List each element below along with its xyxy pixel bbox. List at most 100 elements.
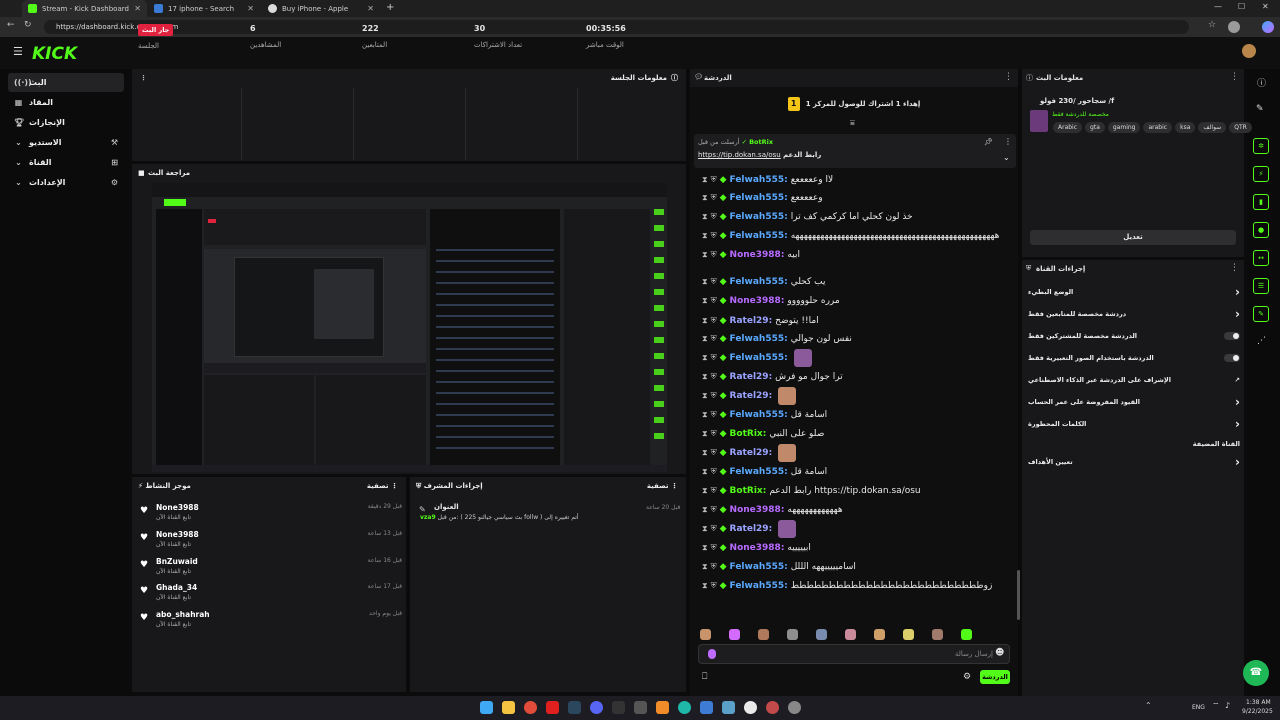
mod-shield-icon[interactable]: ⛨ [711,562,717,572]
minimize-icon[interactable]: — [1214,2,1222,11]
chat-send-button[interactable]: الدردشة [980,670,1010,684]
chat-username[interactable]: Felwah555: [730,231,788,241]
chevron-right-icon[interactable]: › [1235,417,1240,431]
chat-username[interactable]: BotRix: [730,429,767,439]
rail-button-wrench[interactable]: ✎ [1253,306,1269,322]
gift-icon[interactable]: ⎕ [702,672,707,682]
clock-time[interactable]: 1:38 AM [1246,699,1271,706]
pinned-link[interactable]: https://tip.dokan.sa/osu [698,151,781,159]
timeout-icon[interactable]: ⧗ [702,250,708,260]
clock-date[interactable]: 9/22/2025 [1242,708,1273,715]
pinned-message[interactable]: أرسلت من قبل ✓ BotRix https://tip.dokan.… [694,134,1016,168]
mod-shield-icon[interactable]: ⛨ [711,372,717,382]
activity-user[interactable]: None3988 [156,530,199,539]
timeout-icon[interactable]: ⧗ [702,410,708,420]
mod-shield-icon[interactable]: ⛨ [711,391,717,401]
timeout-icon[interactable]: ⧗ [702,505,708,515]
pin-icon[interactable]: ⩸ [850,118,855,128]
mod-shield-icon[interactable]: ⛨ [711,410,717,420]
timeout-icon[interactable]: ⧗ [702,524,708,534]
new-tab-icon[interactable]: + [386,2,394,13]
vlc-icon[interactable] [656,701,669,714]
chevron-down-icon[interactable]: ⌄ [1003,153,1010,162]
mod-shield-icon[interactable]: ⛨ [711,193,717,203]
rail-button-tools[interactable]: ✲ [1253,138,1269,154]
rail-button-clip[interactable]: ▮ [1253,194,1269,210]
more-icon[interactable]: ⋮ [1004,137,1012,146]
timeout-icon[interactable]: ⧗ [702,316,708,326]
chat-input[interactable]: إرسال رسالة ☻ [698,644,1010,664]
share-icon[interactable]: ⋰ [1257,336,1266,346]
chat-username[interactable]: Ratel29: [730,391,773,401]
reload-icon[interactable]: ↻ [24,20,32,30]
sidebar-item-studio[interactable]: ⌄ الاستديو ⚒ [8,133,124,152]
more-icon[interactable]: ⋮ [1230,72,1239,82]
mod-shield-icon[interactable]: ⛨ [711,448,717,458]
info-icon[interactable]: ⓘ [1257,76,1266,89]
app-icon[interactable] [722,701,735,714]
chat-username[interactable]: Ratel29: [730,372,773,382]
channel-action-row[interactable]: الوضع البطيء › [1028,284,1240,300]
rail-button-flash[interactable]: ⚡︎ [1253,166,1269,182]
mod-shield-icon[interactable]: ⛨ [711,581,717,591]
timeout-icon[interactable]: ⧗ [702,212,708,222]
emote-icon[interactable] [700,628,711,640]
timeout-icon[interactable]: ⧗ [702,277,708,287]
menu-icon[interactable]: ☰ [13,45,23,58]
emoji-icon[interactable] [708,649,716,659]
close-icon[interactable]: ✕ [247,4,254,13]
mod-shield-icon[interactable]: ⛨ [711,524,717,534]
chat-username[interactable]: Ratel29: [730,448,773,458]
close-icon[interactable]: ✕ [134,4,141,13]
channel-action-row[interactable]: تعيين الأهداف › [1028,454,1240,470]
chat-username[interactable]: Felwah555: [730,175,788,185]
chat-username[interactable]: Felwah555: [730,467,788,477]
chat-username[interactable]: Felwah555: [730,212,788,222]
maximize-icon[interactable]: ☐ [1238,2,1245,11]
tab-iphone-search[interactable]: 17 iphone - Search ✕ [148,0,260,17]
pinned-user[interactable]: BotRix [749,138,773,146]
timeout-icon[interactable]: ⧗ [702,581,708,591]
tag[interactable]: ksa [1175,122,1196,133]
emote-icon[interactable] [961,628,972,640]
emote-icon[interactable] [816,628,827,640]
chat-username[interactable]: Felwah555: [730,193,788,203]
windows-start-icon[interactable] [480,701,493,714]
chat-username[interactable]: None3988: [730,250,785,260]
timeout-icon[interactable]: ⧗ [702,562,708,572]
timeout-icon[interactable]: ⧗ [702,175,708,185]
mod-shield-icon[interactable]: ⛨ [711,277,717,287]
chevron-right-icon[interactable]: › [1235,455,1240,469]
copilot-icon[interactable] [1262,21,1274,33]
chevron-right-icon[interactable]: › [1235,285,1240,299]
chat-username[interactable]: Ratel29: [730,316,773,326]
stream-preview-video[interactable] [152,183,667,472]
filter-button[interactable]: تصفية ⋮ [647,482,678,490]
file-explorer-icon[interactable] [502,701,515,714]
more-icon[interactable]: ⋮ [1230,263,1239,273]
chat-username[interactable]: Felwah555: [730,562,788,572]
tag[interactable]: سوالف [1198,122,1227,133]
timeout-icon[interactable]: ⧗ [702,391,708,401]
kick-logo[interactable]: KICK [32,44,77,64]
mod-item-user[interactable]: vza9 [420,514,436,521]
timeout-icon[interactable]: ⧗ [702,486,708,496]
profile-icon[interactable] [1228,21,1240,33]
sidebar-item-content[interactable]: ▦ المقاد [8,93,124,112]
edge-icon[interactable] [678,701,691,714]
toggle-switch[interactable] [1224,332,1240,340]
app-icon[interactable] [634,701,647,714]
chat-username[interactable]: Felwah555: [730,353,788,363]
mod-shield-icon[interactable]: ⛨ [711,212,717,222]
tag[interactable]: gaming [1107,122,1141,133]
chat-username[interactable]: BotRix: [730,486,767,496]
emote-icon[interactable] [903,628,914,640]
mod-shield-icon[interactable]: ⛨ [711,505,717,515]
timeout-icon[interactable]: ⧗ [702,353,708,363]
mod-shield-icon[interactable]: ⛨ [711,353,717,363]
more-icon[interactable]: ⋮ [1004,72,1013,82]
emote-icon[interactable] [758,628,769,640]
activity-user[interactable]: None3988 [156,503,199,512]
user-avatar[interactable] [1242,44,1256,58]
chat-username[interactable]: Felwah555: [730,277,788,287]
